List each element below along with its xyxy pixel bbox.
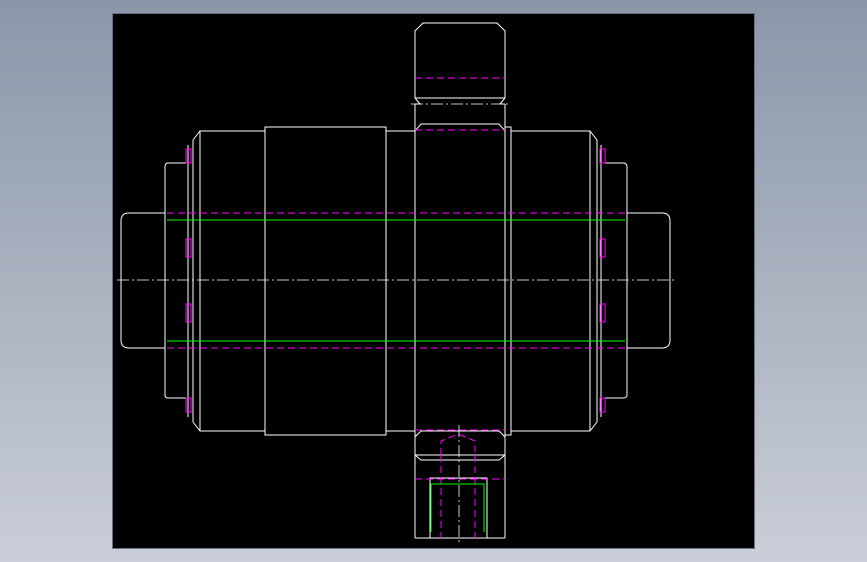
left-shaft-end (120, 212, 166, 349)
right-shaft-end (627, 212, 671, 349)
inner-body (386, 130, 415, 432)
left-body (192, 130, 266, 432)
thread-lines (167, 219, 625, 532)
hidden-lines (167, 77, 625, 538)
center-lines (117, 103, 675, 545)
left-end-cover (164, 140, 194, 422)
right-body (505, 126, 628, 436)
middle-sleeve (264, 126, 387, 436)
cad-drawing (117, 22, 675, 545)
bolt-heads (185, 148, 606, 413)
central-gear-shaft (414, 22, 506, 539)
